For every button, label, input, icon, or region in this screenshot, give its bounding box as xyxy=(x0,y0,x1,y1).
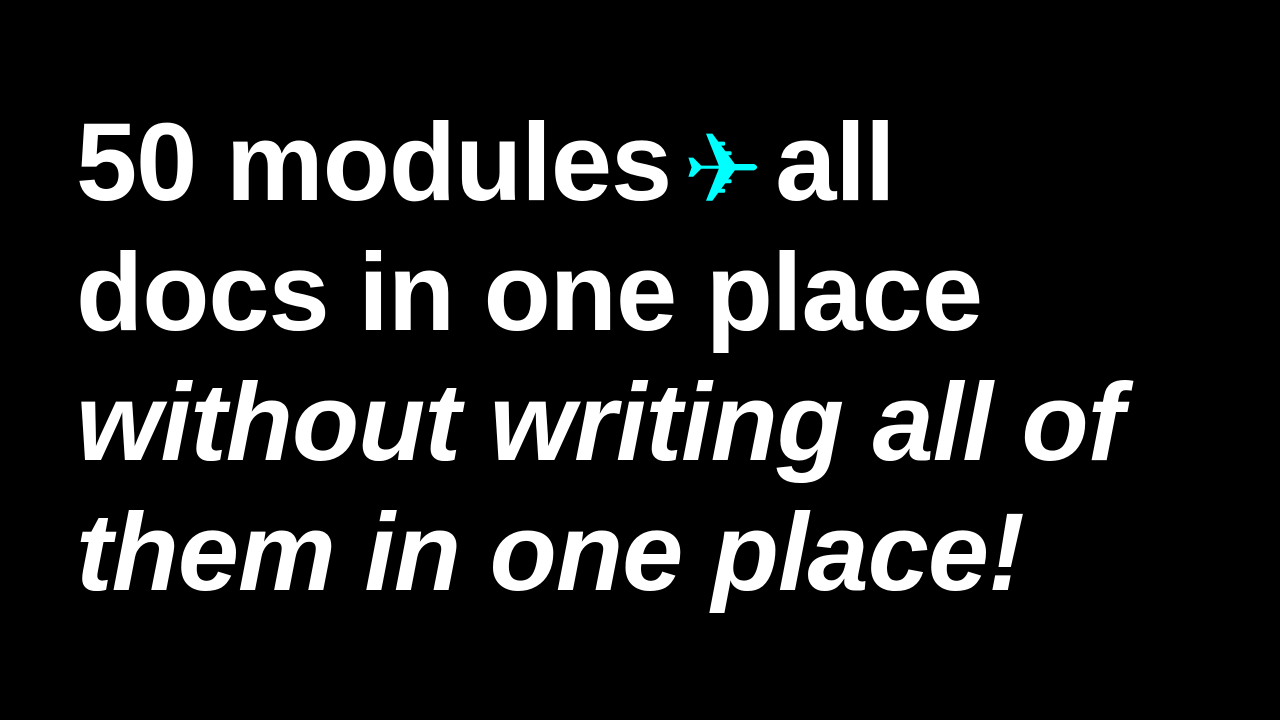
line-1-end: all xyxy=(775,101,895,224)
line-3: without writing all of xyxy=(76,361,1124,484)
slide-text: 50 modules all docs in one place without… xyxy=(76,98,1124,618)
line-1-start: 50 modules xyxy=(76,101,672,224)
line-1: 50 modules all xyxy=(76,98,1123,228)
airplane-icon xyxy=(688,133,758,201)
line-4: them in one place! xyxy=(76,491,1025,614)
line-2: docs in one place xyxy=(76,231,983,354)
